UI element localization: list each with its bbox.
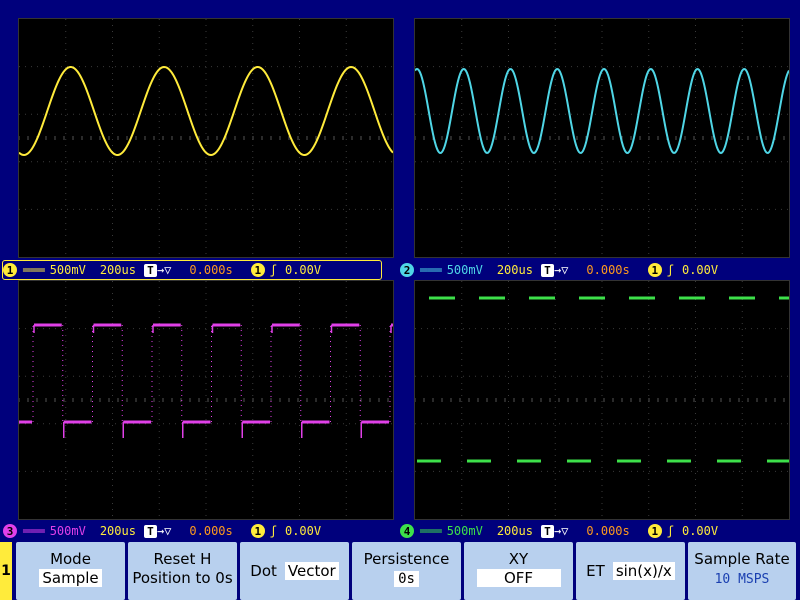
channel-1-volts-div: 500mV	[49, 263, 86, 277]
horizontal-delay: 0.000s	[189, 524, 233, 538]
dot-value: Vector	[284, 562, 339, 580]
trigger-level: 0.00V	[681, 524, 719, 538]
active-channel-indicator: 1	[0, 542, 12, 600]
dc-coupling-icon: ═══	[23, 524, 45, 538]
reset-h-value: Position to 0s	[132, 569, 233, 587]
channel-4-status[interactable]: 4 ═══ 500mV 200us T →▽ 0.000s 1 ʃ 0.00V	[400, 521, 718, 541]
dot-title: Dot	[250, 562, 277, 580]
channel-2-display	[414, 18, 790, 258]
mode-button[interactable]: Mode Sample	[16, 542, 125, 600]
graticule	[19, 281, 393, 519]
horizontal-delay: 0.000s	[586, 524, 630, 538]
rising-edge-icon: ʃ	[666, 263, 674, 277]
channel-3-badge: 3	[3, 524, 17, 538]
persistence-button[interactable]: Persistence 0s	[352, 542, 461, 600]
graticule	[19, 19, 393, 257]
persistence-value: 0s	[394, 571, 419, 587]
trigger-source-badge: 1	[250, 263, 265, 277]
trigger-source-badge: 1	[647, 524, 662, 538]
dc-coupling-icon: ═══	[23, 263, 45, 277]
graticule	[415, 281, 789, 519]
channel-3-display	[18, 280, 394, 520]
trigger-icon: T	[143, 524, 157, 538]
mode-value: Sample	[39, 569, 102, 587]
channel-1-badge: 1	[3, 263, 17, 277]
trigger-position-icon: →▽	[553, 263, 569, 277]
trigger-icon: T	[540, 263, 554, 277]
timebase: 200us	[99, 524, 136, 538]
persistence-title: Persistence	[363, 550, 450, 568]
xy-value: OFF	[476, 569, 561, 587]
channel-2-status[interactable]: 2 ═══ 500mV 200us T →▽ 0.000s 1 ʃ 0.00V	[400, 260, 718, 280]
trigger-level: 0.00V	[681, 263, 719, 277]
channel-4-waveform	[415, 281, 789, 519]
channel-4-display	[414, 280, 790, 520]
channel-2-volts-div: 500mV	[446, 263, 483, 277]
reset-h-title: Reset H	[153, 550, 212, 568]
channel-4-trace	[417, 296, 789, 463]
channel-3-waveform	[19, 281, 393, 519]
channel-1-status[interactable]: 1 ═══ 500mV 200us T →▽ 0.000s 1 ʃ 0.00V	[2, 260, 382, 280]
trigger-position-icon: →▽	[156, 524, 172, 538]
trigger-position-icon: →▽	[156, 263, 172, 277]
xy-title: XY	[508, 550, 529, 568]
trigger-source-badge: 1	[250, 524, 265, 538]
trigger-source-badge: 1	[647, 263, 662, 277]
channel-4-volts-div: 500mV	[446, 524, 483, 538]
et-value: sin(x)/x	[612, 562, 675, 580]
channel-3-volts-div: 500mV	[49, 524, 86, 538]
channel-2-trace	[415, 67, 789, 155]
rising-edge-icon: ʃ	[666, 524, 674, 538]
rising-edge-icon: ʃ	[269, 263, 277, 277]
channel-2-waveform	[415, 19, 789, 257]
oscilloscope-screen: 1 ═══ 500mV 200us T →▽ 0.000s 1 ʃ 0.00V …	[0, 0, 800, 600]
sample-rate-title: Sample Rate	[694, 550, 790, 568]
et-button[interactable]: ET sin(x)/x	[576, 542, 685, 600]
dot-button[interactable]: Dot Vector	[240, 542, 349, 600]
trigger-level: 0.00V	[284, 524, 322, 538]
trigger-position-icon: →▽	[553, 524, 569, 538]
et-title: ET	[586, 562, 605, 580]
channel-3-status[interactable]: 3 ═══ 500mV 200us T →▽ 0.000s 1 ʃ 0.00V	[3, 521, 321, 541]
reset-h-button[interactable]: Reset H Position to 0s	[128, 542, 237, 600]
channel-1-display	[18, 18, 394, 258]
trigger-icon: T	[540, 524, 554, 538]
dc-coupling-icon: ═══	[420, 524, 442, 538]
dc-coupling-icon: ═══	[420, 263, 442, 277]
sample-rate-button[interactable]: Sample Rate 10 MSPS	[688, 542, 796, 600]
timebase: 200us	[496, 524, 533, 538]
rising-edge-icon: ʃ	[269, 524, 277, 538]
timebase: 200us	[99, 263, 136, 277]
horizontal-delay: 0.000s	[189, 263, 233, 277]
channel-1-waveform	[19, 19, 393, 257]
xy-button[interactable]: XY OFF	[464, 542, 573, 600]
channel-1-trace	[19, 65, 393, 157]
channel-2-badge: 2	[400, 263, 414, 277]
mode-title: Mode	[50, 550, 91, 568]
trigger-level: 0.00V	[284, 263, 322, 277]
sample-rate-value: 10 MSPS	[714, 572, 770, 587]
channel-4-badge: 4	[400, 524, 414, 538]
trigger-icon: T	[143, 263, 157, 277]
horizontal-delay: 0.000s	[586, 263, 630, 277]
graticule	[415, 19, 789, 257]
timebase: 200us	[496, 263, 533, 277]
